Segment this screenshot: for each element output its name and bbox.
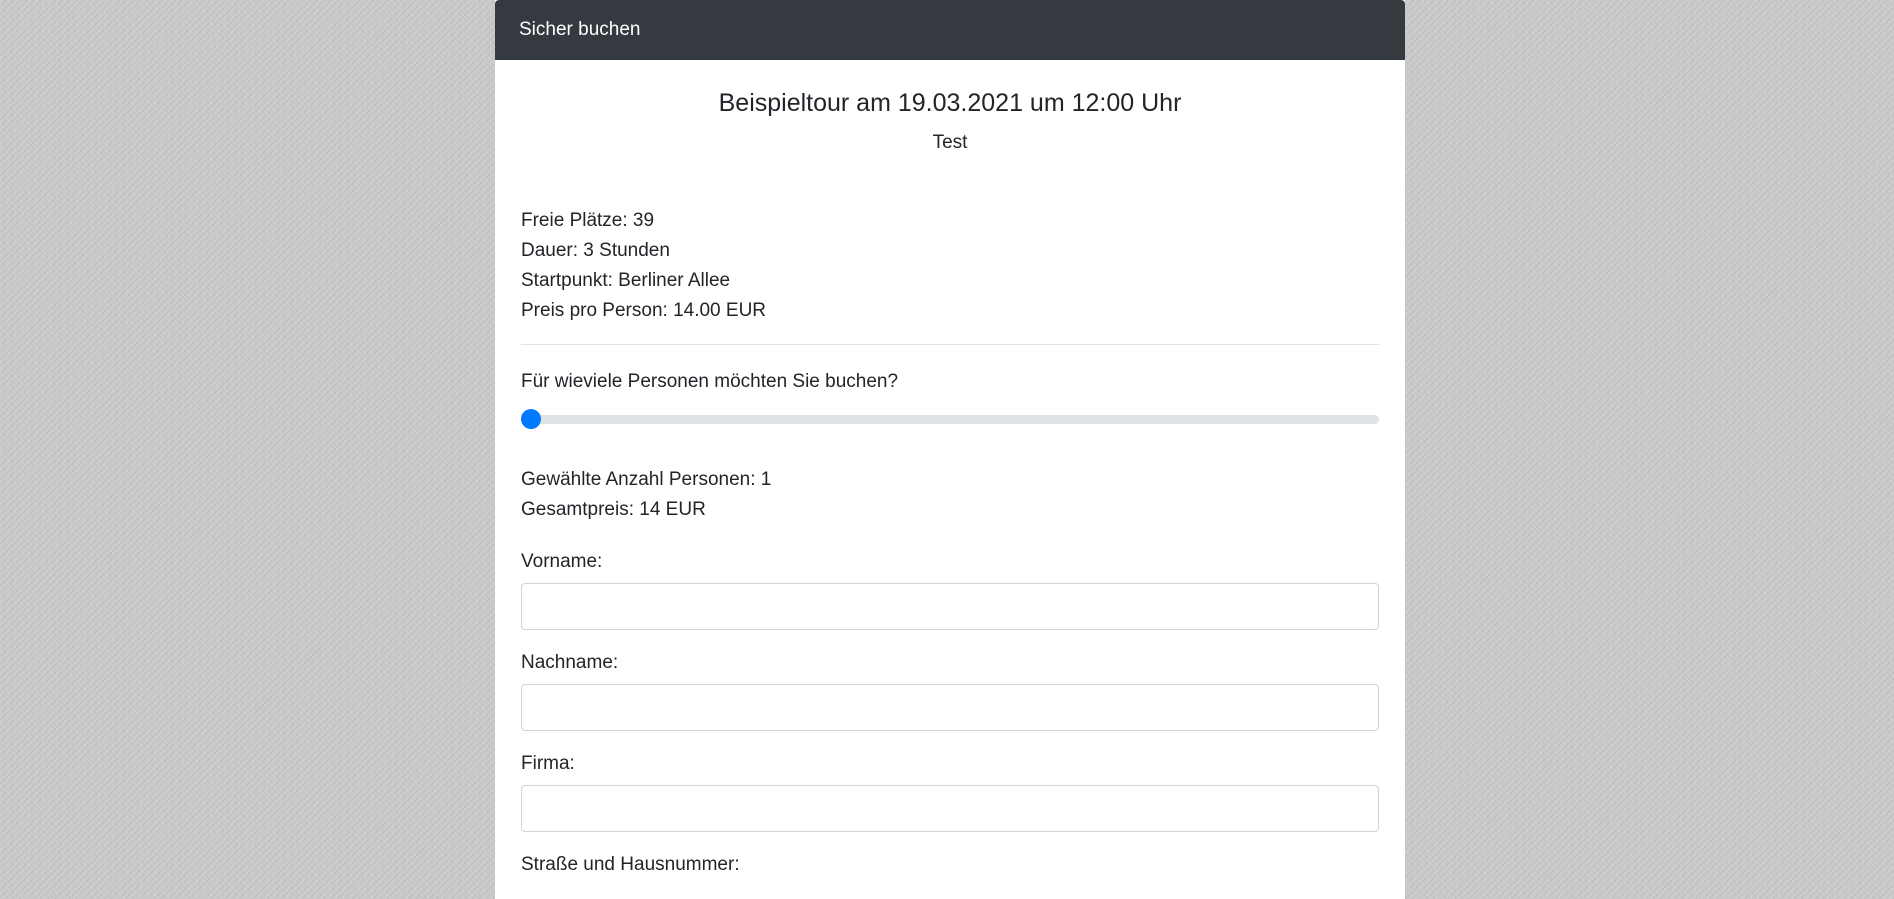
last-name-group: Nachname: [521,652,1379,731]
slider-track[interactable] [521,415,1379,424]
start-point-text: Startpunkt: Berliner Allee [521,270,731,291]
tour-title: Beispieltour am 19.03.2021 um 12:00 Uhr [718,89,1182,117]
card-body: Beispieltour am 19.03.2021 um 12:00 Uhr … [495,88,1405,876]
divider [521,344,1379,345]
card-header: Sicher buchen [495,0,1405,60]
total-price-text: Gesamtpreis: 14 EUR [521,499,706,520]
first-name-group: Vorname: [521,551,1379,630]
persons-slider[interactable] [521,409,1379,429]
company-input[interactable] [521,785,1379,832]
street-group: Straße und Hausnummer: [521,854,1379,876]
company-label: Firma: [521,753,575,774]
company-group: Firma: [521,753,1379,832]
last-name-input[interactable] [521,684,1379,731]
header-title: Sicher buchen [519,19,641,40]
booking-card: Sicher buchen Beispieltour am 19.03.2021… [495,0,1405,899]
tour-subtitle: Test [932,132,968,153]
selected-persons-text: Gewählte Anzahl Personen: 1 [521,469,772,490]
persons-question: Für wieviele Personen möchten Sie buchen… [521,371,899,392]
last-name-label: Nachname: [521,652,619,673]
free-seats-text: Freie Plätze: 39 [521,210,655,231]
tour-info-list: Freie Plätze: 39 Dauer: 3 Stunden Startp… [521,206,1379,326]
price-per-person-text: Preis pro Person: 14.00 EUR [521,300,767,321]
booking-summary: Gewählte Anzahl Personen: 1 Gesamtpreis:… [521,465,1379,525]
slider-thumb[interactable] [521,409,541,429]
first-name-label: Vorname: [521,551,603,572]
first-name-input[interactable] [521,583,1379,630]
street-label: Straße und Hausnummer: [521,854,740,875]
duration-text: Dauer: 3 Stunden [521,240,670,261]
